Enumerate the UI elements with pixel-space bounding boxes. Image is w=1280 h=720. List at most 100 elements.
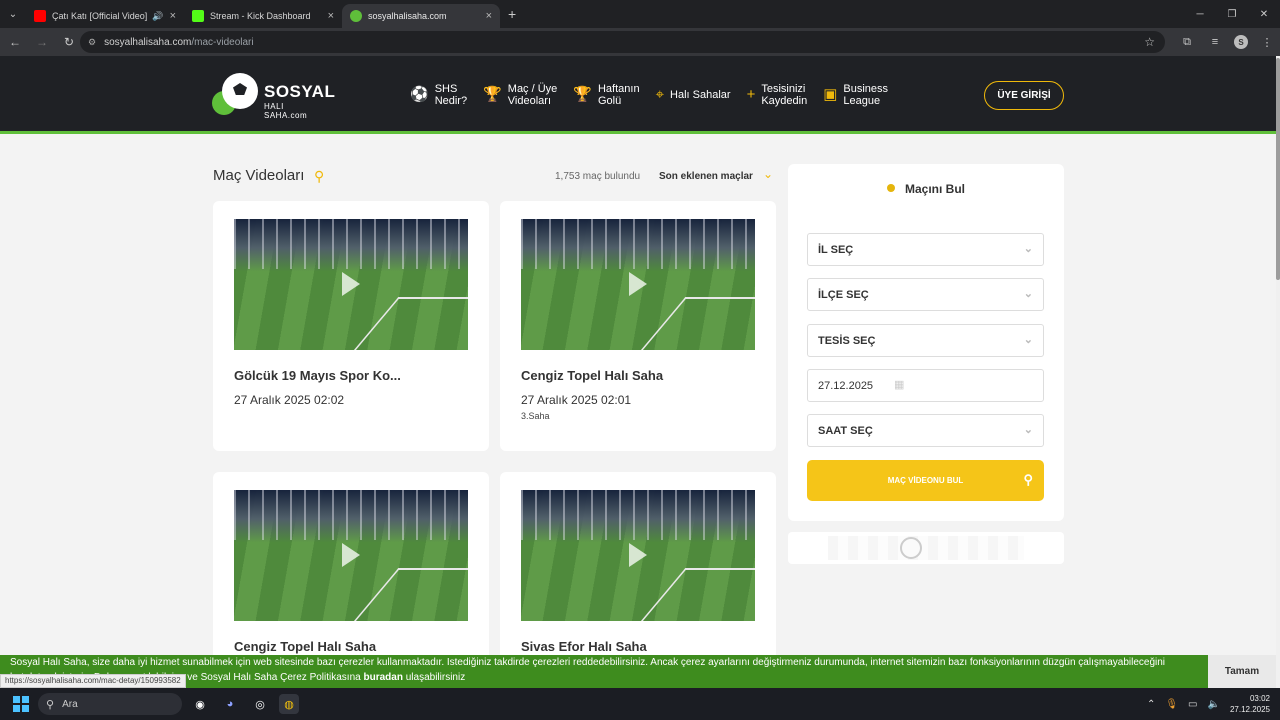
play-icon[interactable] [629,543,647,567]
nav-label: Halı Sahalar [670,89,731,101]
find-video-button[interactable]: MAÇ VİDEONU BUL ⚲ [807,460,1044,501]
tab-youtube[interactable]: Çatı Katı [Official Video] - G 🔊 × [26,4,184,28]
ball-icon: ⚽ [410,86,429,103]
os-taskbar: ⚲ Ara ◉ ◕ ◎ ◍ ⌃ 🎙 ▭ 🔈 03:02 27.12.2025 [0,688,1280,720]
back-arrow-icon[interactable]: ← [3,30,27,54]
speaker-icon[interactable]: 🔊 [152,11,163,22]
calendar-icon[interactable]: ▦ [894,378,904,391]
date-input[interactable]: 27.12.2025 ▦ [807,369,1044,402]
windows-start-icon[interactable] [13,696,29,712]
play-icon[interactable] [342,543,360,567]
video-card[interactable]: Gölcük 19 Mayıs Spor Ko... 27 Aralık 202… [213,201,489,451]
close-window-icon[interactable]: ✕ [1248,0,1280,28]
close-tab-icon[interactable]: × [170,10,176,22]
map-pin-icon: ⌖ [655,86,665,103]
chevron-down-icon: ⌄ [1023,424,1033,436]
extensions-icon[interactable]: ⧉ [1178,31,1196,53]
media-controls-icon[interactable]: ≡ [1206,31,1224,53]
finder-title: Maçını Bul [788,182,1064,196]
video-thumbnail[interactable] [521,490,755,621]
card-title[interactable]: Gölcük 19 Mayıs Spor Ko... [234,368,401,383]
cookie-text-line1: Sosyal Halı Saha, size daha iyi hizmet s… [10,657,1166,668]
link-status-url: https://sosyalhalisaha.com/mac-detay/150… [0,674,186,688]
close-tab-icon[interactable]: × [328,10,334,22]
nav-business-league[interactable]: ▣ Business League [823,83,888,107]
nav-label: Haftanın Golü [597,83,640,107]
play-icon[interactable] [629,272,647,296]
nav-haftanin-golu[interactable]: 🏆 Haftanın Golü [573,83,639,107]
close-tab-icon[interactable]: × [486,10,492,22]
nav-mac-uye-videolari[interactable]: 🏆 Maç / Üye Videoları [483,83,557,107]
nav-hali-sahalar[interactable]: ⌖ Halı Sahalar [655,86,731,103]
match-finder-panel: Maçını Bul İL SEÇ ⌄ İLÇE SEÇ ⌄ TESİS SEÇ… [788,164,1064,521]
tray-overflow-icon[interactable]: ⌃ [1147,699,1155,710]
cookie-text-suffix: ulaşabilirsiniz [402,672,466,683]
discord-icon[interactable]: ◕ [220,694,240,714]
district-select[interactable]: İLÇE SEÇ ⌄ [807,278,1044,311]
restore-icon[interactable]: ❐ [1216,0,1248,28]
network-icon[interactable]: ▭ [1188,699,1197,710]
tab-sosyalhalisaha[interactable]: sosyalhalisaha.com × [342,4,500,28]
obs-icon[interactable]: ◎ [250,694,270,714]
forward-arrow-icon[interactable]: → [30,30,54,54]
volume-icon[interactable]: 🔈 [1208,699,1220,710]
address-bar[interactable]: ⚙ sosyalhalisaha.com/mac-videolari ☆ [80,31,1165,53]
video-card[interactable]: Sivas Efor Halı Saha [500,472,776,655]
play-icon[interactable] [342,272,360,296]
clock-date: 27.12.2025 [1229,705,1270,714]
taskbar-search[interactable]: ⚲ Ara [38,693,182,715]
cookie-accept-button[interactable]: Tamam [1208,655,1276,688]
facility-select[interactable]: TESİS SEÇ ⌄ [807,324,1044,357]
bookmark-star-icon[interactable]: ☆ [1144,35,1155,49]
nav-label: SHS Nedir? [434,83,468,107]
card-title[interactable]: Cengiz Topel Halı Saha [521,368,663,383]
new-tab-icon[interactable]: + [508,6,516,22]
taskbar-search-label: Ara [62,698,78,710]
trophy-icon: 🏆 [483,86,502,103]
tab-kick-dashboard[interactable]: Stream - Kick Dashboard × [184,4,342,28]
profile-avatar[interactable]: S [1234,35,1248,49]
video-thumbnail[interactable] [234,490,468,621]
chevron-down-icon[interactable]: ⌄ [763,167,773,181]
time-select[interactable]: SAAT SEÇ ⌄ [807,414,1044,447]
page-title: Maç Videoları [213,167,305,184]
tab-search-button[interactable]: ⌄ [0,0,26,28]
sort-select[interactable]: Son eklenen maçlar [659,171,753,182]
district-select-label: İLÇE SEÇ [818,288,869,301]
city-select[interactable]: İL SEÇ ⌄ [807,233,1044,266]
main-nav: ⚽ SHS Nedir? 🏆 Maç / Üye Videoları 🏆 Hafta… [410,80,904,110]
facility-select-label: TESİS SEÇ [818,334,876,347]
minimize-icon[interactable]: ─ [1184,0,1216,28]
card-title[interactable]: Sivas Efor Halı Saha [521,639,647,654]
video-card[interactable]: Cengiz Topel Halı Saha 27 Aralık 2025 02… [500,201,776,451]
plus-icon: + [746,86,756,103]
find-video-label: MAÇ VİDEONU BUL [887,476,964,485]
card-date: 27 Aralık 2025 02:01 [521,393,632,407]
video-thumbnail[interactable] [234,219,468,350]
microphone-icon[interactable]: 🎙 [1165,699,1178,710]
scrollbar-thumb[interactable] [1276,58,1280,280]
card-title[interactable]: Cengiz Topel Halı Saha [234,639,376,654]
menu-kebab-icon[interactable]: ⋮ [1258,31,1276,53]
soccer-ball-icon [900,537,922,559]
video-thumbnail[interactable] [521,219,755,350]
site-logo[interactable]: SOSYAL HALI SAHA.com [212,73,335,120]
youtube-icon [34,10,46,22]
video-card[interactable]: Cengiz Topel Halı Saha [213,472,489,655]
cookie-policy-link[interactable]: buradan [364,672,403,683]
search-icon[interactable]: ⚲ [314,168,324,185]
steam-icon[interactable]: ◉ [190,694,210,714]
site-info-icon[interactable]: ⚙ [88,37,96,48]
city-select-label: İL SEÇ [818,243,854,256]
taskbar-clock[interactable]: 03:02 27.12.2025 [1230,693,1270,715]
member-login-button[interactable]: ÜYE GİRİŞİ [984,81,1064,110]
chrome-icon[interactable]: ◍ [279,694,299,714]
nav-tesisinizi-kaydedin[interactable]: + Tesisinizi Kaydedin [747,83,808,107]
system-tray: ⌃ 🎙 ▭ 🔈 03:02 27.12.2025 [1147,688,1270,720]
nav-shs-nedir[interactable]: ⚽ SHS Nedir? [410,83,467,107]
url-path: /mac-videolari [191,36,254,48]
logo-brand: SOSYAL [264,82,336,101]
result-count: 1,753 maç bulundu [555,171,641,182]
reload-icon[interactable]: ↻ [57,30,81,54]
tab-title: Stream - Kick Dashboard [210,11,311,21]
